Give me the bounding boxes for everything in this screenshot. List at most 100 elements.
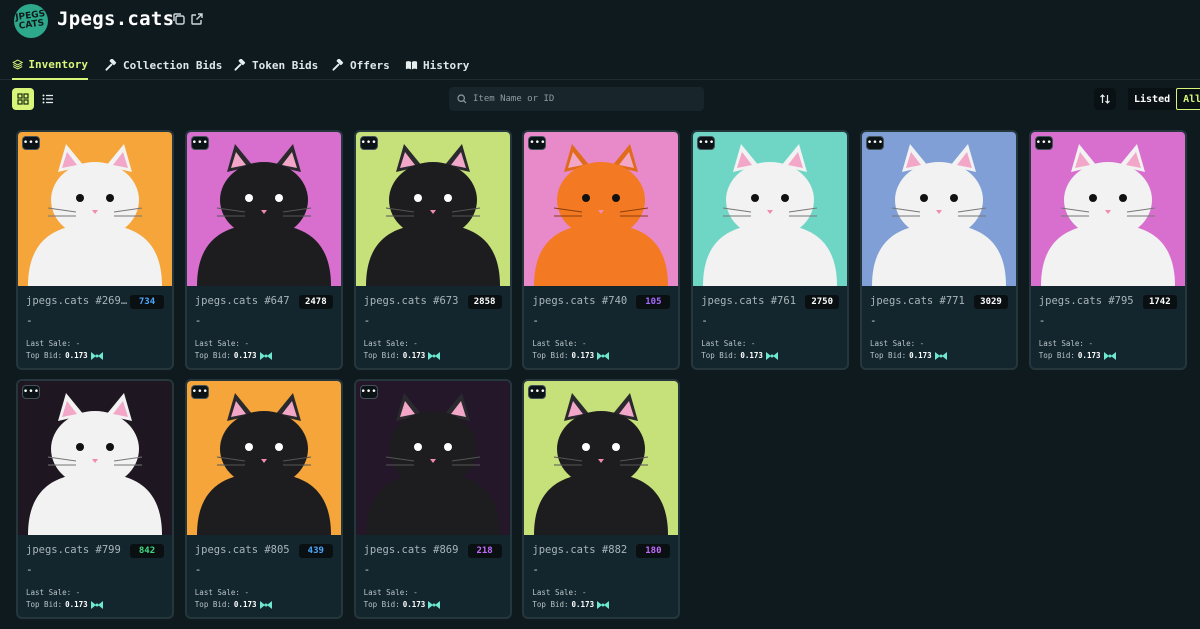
hype-token-icon bbox=[428, 600, 441, 609]
hype-token-icon bbox=[259, 600, 272, 609]
list-view-button[interactable] bbox=[37, 88, 59, 110]
nft-image[interactable] bbox=[355, 381, 510, 535]
hype-token-icon bbox=[597, 600, 610, 609]
top-bid-value: 0.173 bbox=[65, 600, 88, 609]
rarity-rank-badge: 2478 bbox=[298, 295, 333, 309]
more-options-button[interactable]: ••• bbox=[528, 136, 547, 150]
list-price: - bbox=[26, 314, 33, 327]
nft-image[interactable] bbox=[186, 132, 341, 286]
nft-image[interactable] bbox=[693, 132, 848, 286]
item-name[interactable]: jpegs.cats #805 bbox=[195, 544, 290, 556]
item-name[interactable]: jpegs.cats #869 bbox=[364, 544, 459, 556]
top-bid-value: 0.173 bbox=[909, 351, 932, 360]
more-options-button[interactable]: ••• bbox=[1034, 136, 1053, 150]
item-name[interactable]: jpegs.cats #771 bbox=[870, 295, 965, 307]
grid-icon bbox=[17, 93, 29, 105]
hype-token-icon bbox=[90, 351, 103, 360]
more-options-button[interactable]: ••• bbox=[22, 385, 40, 399]
nft-image[interactable] bbox=[18, 132, 172, 286]
hype-token-icon bbox=[428, 351, 441, 360]
copy-icon[interactable] bbox=[172, 12, 186, 26]
filter-listed[interactable]: Listed bbox=[1128, 88, 1177, 110]
rarity-rank-badge: 2750 bbox=[805, 295, 840, 309]
sort-button[interactable] bbox=[1094, 88, 1116, 110]
last-sale: Last Sale: - bbox=[532, 339, 587, 348]
rarity-rank-badge: 180 bbox=[636, 544, 671, 558]
item-name[interactable]: jpegs.cats #882 bbox=[532, 544, 627, 556]
top-bid: Top Bid: 0.173 bbox=[532, 351, 610, 360]
item-name[interactable]: jpegs.cats #799 bbox=[26, 544, 121, 556]
top-bid: Top Bid: 0.173 bbox=[26, 600, 103, 609]
last-sale: Last Sale: - bbox=[194, 588, 249, 597]
item-name[interactable]: jpegs.cats #269… bbox=[26, 295, 127, 307]
top-bid: Top Bid: 0.173 bbox=[26, 351, 103, 360]
external-link-icon[interactable] bbox=[190, 12, 204, 26]
search-input[interactable] bbox=[473, 94, 693, 104]
nft-card[interactable]: ••• jpegs.cats #869 218 - Last Sale: - Top Bi… bbox=[353, 379, 512, 619]
list-price: - bbox=[532, 314, 540, 327]
nft-image[interactable] bbox=[1030, 132, 1185, 286]
nft-image[interactable] bbox=[524, 381, 679, 535]
collection-logo: JPEGS CATS bbox=[14, 4, 48, 38]
nft-image[interactable] bbox=[18, 381, 172, 535]
more-options-button[interactable]: ••• bbox=[359, 136, 378, 150]
tab-history[interactable]: History bbox=[405, 50, 469, 80]
filter-all[interactable]: All bbox=[1176, 88, 1200, 110]
last-sale: Last Sale: - bbox=[363, 588, 418, 597]
listing-filter: Listed All bbox=[1128, 88, 1200, 110]
last-sale: Last Sale: - bbox=[701, 339, 756, 348]
nft-card[interactable]: ••• jpegs.cats #673 2858 - Last Sale: - Top B… bbox=[353, 130, 512, 370]
collection-header: JPEGS CATS Jpegs.cats bbox=[0, 0, 1200, 44]
nft-card[interactable]: ••• jpegs.cats #771 3029 - Last Sale: - Top B… bbox=[860, 130, 1018, 370]
list-price: - bbox=[194, 314, 202, 327]
more-options-button[interactable]: ••• bbox=[359, 385, 378, 399]
more-options-button[interactable]: ••• bbox=[22, 136, 40, 150]
nft-card[interactable]: ••• jpegs.cats #761 2750 - Last Sale: - Top B… bbox=[691, 130, 850, 370]
layers-icon bbox=[12, 58, 24, 70]
nft-card[interactable]: ••• jpegs.cats #799 842 - Last Sale: - Top Bi… bbox=[16, 379, 174, 619]
list-price: - bbox=[194, 563, 202, 576]
tab-token-bids[interactable]: Token Bids bbox=[234, 50, 318, 80]
top-bid-value: 0.173 bbox=[402, 351, 426, 360]
nft-image[interactable] bbox=[355, 132, 510, 286]
list-price: - bbox=[870, 314, 877, 327]
nft-card[interactable]: ••• jpegs.cats #269… 734 - Last Sale: - Top B… bbox=[16, 130, 174, 370]
nft-card[interactable]: ••• jpegs.cats #882 180 - Last Sale: - Top Bi… bbox=[522, 379, 681, 619]
book-icon bbox=[405, 60, 418, 70]
tab-inventory[interactable]: Inventory bbox=[12, 50, 88, 80]
more-options-button[interactable]: ••• bbox=[866, 136, 884, 150]
grid-view-button[interactable] bbox=[12, 88, 34, 110]
rarity-rank-badge: 2858 bbox=[467, 295, 502, 309]
tab-offers[interactable]: Offers bbox=[332, 50, 390, 80]
gavel-icon bbox=[234, 58, 246, 71]
tab-collection-bids[interactable]: Collection Bids bbox=[105, 50, 222, 80]
nft-card[interactable]: ••• jpegs.cats #795 1742 - Last Sale: - Top B… bbox=[1028, 130, 1187, 370]
nft-card[interactable]: ••• jpegs.cats #805 439 - Last Sale: - Top Bi… bbox=[184, 379, 343, 619]
top-bid: Top Bid: 0.173 bbox=[364, 600, 441, 609]
search-icon bbox=[457, 94, 467, 104]
more-options-button[interactable]: ••• bbox=[190, 136, 209, 150]
item-name[interactable]: jpegs.cats #647 bbox=[195, 295, 290, 307]
top-bid-value: 0.173 bbox=[233, 351, 257, 360]
more-options-button[interactable]: ••• bbox=[190, 385, 209, 399]
top-bid: Top Bid: 0.173 bbox=[532, 600, 610, 609]
nft-image[interactable] bbox=[524, 132, 679, 286]
top-bid: Top Bid: 0.173 bbox=[195, 351, 272, 360]
item-name[interactable]: jpegs.cats #740 bbox=[532, 295, 627, 307]
nft-image[interactable] bbox=[862, 132, 1016, 286]
list-price: - bbox=[363, 563, 371, 576]
nft-image[interactable] bbox=[186, 381, 341, 535]
nft-card[interactable]: ••• jpegs.cats #647 2478 - Last Sale: - Top B… bbox=[184, 130, 343, 370]
top-bid: Top Bid: 0.173 bbox=[1039, 351, 1116, 360]
more-options-button[interactable]: ••• bbox=[697, 136, 716, 150]
nft-card[interactable]: ••• jpegs.cats #740 105 - Last Sale: - Top Bi… bbox=[522, 130, 681, 370]
last-sale: Last Sale: - bbox=[194, 339, 249, 348]
gavel-icon bbox=[332, 58, 344, 71]
hype-token-icon bbox=[90, 600, 103, 609]
top-bid-value: 0.173 bbox=[233, 600, 257, 609]
more-options-button[interactable]: ••• bbox=[528, 385, 547, 399]
item-name[interactable]: jpegs.cats #795 bbox=[1039, 295, 1134, 307]
item-name[interactable]: jpegs.cats #761 bbox=[701, 295, 796, 307]
item-name[interactable]: jpegs.cats #673 bbox=[364, 295, 459, 307]
rarity-rank-badge: 105 bbox=[636, 295, 671, 309]
